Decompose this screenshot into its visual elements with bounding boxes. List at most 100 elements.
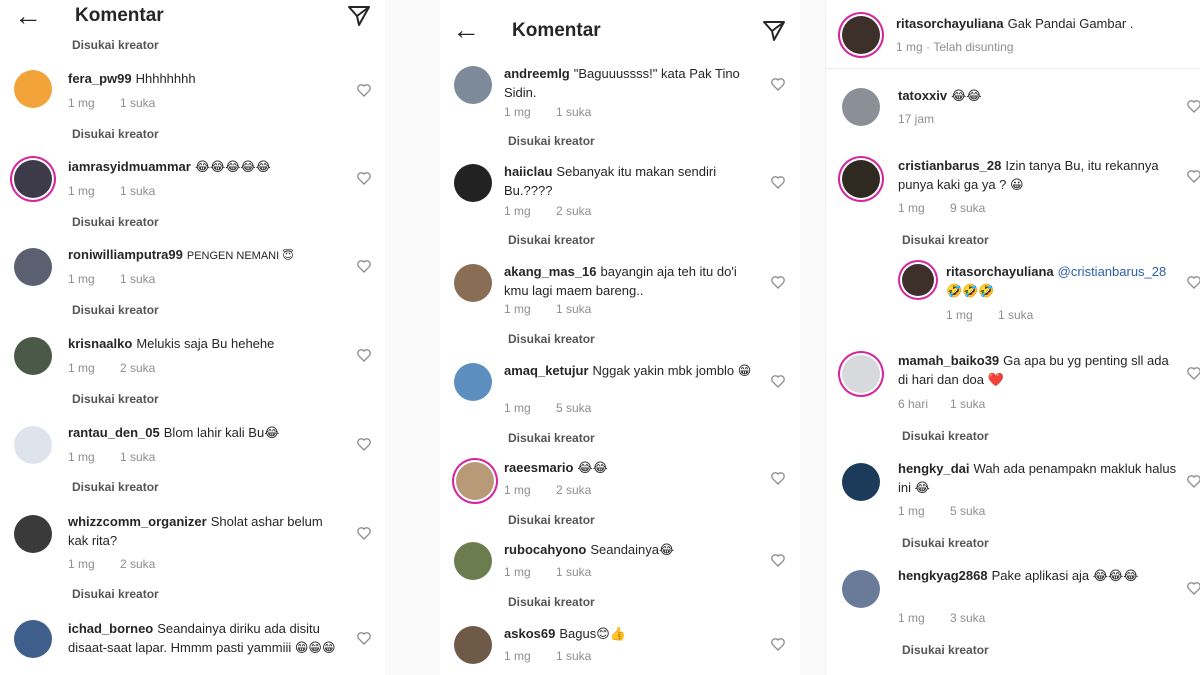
avatar[interactable] (454, 626, 492, 664)
comment-time: 1 mg (504, 302, 531, 316)
avatar[interactable] (14, 426, 52, 464)
heart-icon[interactable] (1186, 473, 1200, 489)
heart-icon[interactable] (356, 630, 372, 646)
heart-icon[interactable] (356, 436, 372, 452)
heart-icon[interactable] (1186, 168, 1200, 184)
avatar[interactable] (842, 16, 880, 54)
heart-icon[interactable] (770, 76, 786, 92)
username[interactable]: haiiclau (504, 164, 552, 179)
comments-panel-3: ritasorchayuliana Gak Pandai Gambar . 1 m… (825, 0, 1200, 675)
avatar[interactable] (14, 337, 52, 375)
heart-icon[interactable] (1186, 98, 1200, 114)
like-count[interactable]: 1 suka (120, 184, 172, 198)
username[interactable]: raeesmario (504, 460, 573, 475)
send-icon[interactable] (762, 19, 786, 48)
send-icon[interactable] (347, 4, 371, 33)
heart-icon[interactable] (770, 636, 786, 652)
like-count[interactable]: 2 suka (556, 204, 608, 218)
comment-text: Hhhhhhhh (135, 71, 196, 86)
liked-by-creator-label: Disukai kreator (72, 480, 159, 494)
username[interactable]: hengky_dai (898, 461, 970, 476)
avatar[interactable] (842, 88, 880, 126)
username[interactable]: tatoxxiv (898, 88, 947, 103)
username[interactable]: krisnaalko (68, 336, 132, 351)
heart-icon[interactable] (770, 373, 786, 389)
comment-text: Bagus😊👍 (559, 626, 626, 641)
like-count[interactable]: 5 suka (950, 504, 1002, 518)
avatar[interactable] (842, 160, 880, 198)
like-count[interactable]: 2 suka (120, 557, 172, 571)
like-count[interactable]: 1 suka (998, 308, 1050, 322)
avatar[interactable] (14, 160, 52, 198)
heart-icon[interactable] (770, 552, 786, 568)
heart-icon[interactable] (356, 347, 372, 363)
username[interactable]: ichad_borneo (68, 621, 153, 636)
like-count[interactable]: 1 suka (556, 649, 608, 663)
like-count[interactable]: 2 suka (120, 361, 172, 375)
arrow-left-icon[interactable]: ← (14, 2, 42, 30)
liked-by-creator-label: Disukai kreator (902, 643, 989, 657)
comment-time: 1 mg (504, 649, 531, 663)
username[interactable]: cristianbarus_28 (898, 158, 1001, 173)
username[interactable]: roniwilliamputra99 (68, 247, 183, 262)
username[interactable]: andreemlg (504, 66, 570, 81)
avatar[interactable] (14, 515, 52, 553)
liked-by-creator-label: Disukai kreator (508, 431, 595, 445)
heart-icon[interactable] (356, 170, 372, 186)
heart-icon[interactable] (1186, 580, 1200, 596)
like-count[interactable]: 1 suka (950, 397, 1002, 411)
avatar[interactable] (842, 570, 880, 608)
liked-by-creator-label: Disukai kreator (902, 429, 989, 443)
like-count[interactable]: 2 suka (556, 483, 608, 497)
heart-icon[interactable] (770, 470, 786, 486)
avatar[interactable] (456, 462, 494, 500)
username[interactable]: hengkyag2868 (898, 568, 988, 583)
avatar[interactable] (454, 363, 492, 401)
like-count[interactable]: 1 suka (120, 450, 172, 464)
like-count[interactable]: 1 suka (120, 96, 172, 110)
avatar[interactable] (454, 542, 492, 580)
username[interactable]: ritasorchayuliana (946, 264, 1054, 279)
heart-icon[interactable] (1186, 365, 1200, 381)
comment-text: Seandainya😂 (590, 542, 675, 557)
avatar[interactable] (14, 620, 52, 658)
username[interactable]: fera_pw99 (68, 71, 132, 86)
heart-icon[interactable] (356, 258, 372, 274)
username[interactable]: rubocahyono (504, 542, 586, 557)
like-count[interactable]: 1 suka (556, 302, 608, 316)
avatar[interactable] (14, 248, 52, 286)
heart-icon[interactable] (356, 82, 372, 98)
avatar[interactable] (842, 355, 880, 393)
like-count[interactable]: 3 suka (950, 611, 1002, 625)
username[interactable]: amaq_ketujur (504, 363, 589, 378)
heart-icon[interactable] (770, 174, 786, 190)
edited-label: Telah disunting (933, 40, 1014, 54)
heart-icon[interactable] (1186, 274, 1200, 290)
avatar[interactable] (454, 264, 492, 302)
username[interactable]: iamrasyidmuammar (68, 159, 191, 174)
like-count[interactable]: 1 suka (120, 272, 172, 286)
like-count[interactable]: 1 suka (556, 565, 608, 579)
panel-gap (385, 0, 440, 675)
username[interactable]: akang_mas_16 (504, 264, 597, 279)
avatar[interactable] (454, 164, 492, 202)
avatar[interactable] (454, 66, 492, 104)
username[interactable]: ritasorchayuliana (896, 16, 1004, 31)
username[interactable]: whizzcomm_organizer (68, 514, 207, 529)
heart-icon[interactable] (770, 274, 786, 290)
avatar[interactable] (902, 264, 934, 296)
comments-panel-2: ← Komentar andreemlg "Baguuussss!" kata P… (440, 0, 800, 675)
like-count[interactable]: 1 suka (556, 105, 608, 119)
comments-panel-1: ← Komentar Disukai kreator fera_pw99 Hhhh… (0, 0, 385, 675)
like-count[interactable]: 5 suka (556, 401, 608, 415)
panel-gap (800, 0, 825, 675)
username[interactable]: rantau_den_05 (68, 425, 160, 440)
avatar[interactable] (14, 70, 52, 108)
username[interactable]: askos69 (504, 626, 555, 641)
like-count[interactable]: 9 suka (950, 201, 1002, 215)
avatar[interactable] (842, 463, 880, 501)
heart-icon[interactable] (356, 525, 372, 541)
arrow-left-icon[interactable]: ← (452, 16, 480, 44)
username[interactable]: mamah_baiko39 (898, 353, 999, 368)
comment-time: 1 mg (504, 401, 531, 415)
